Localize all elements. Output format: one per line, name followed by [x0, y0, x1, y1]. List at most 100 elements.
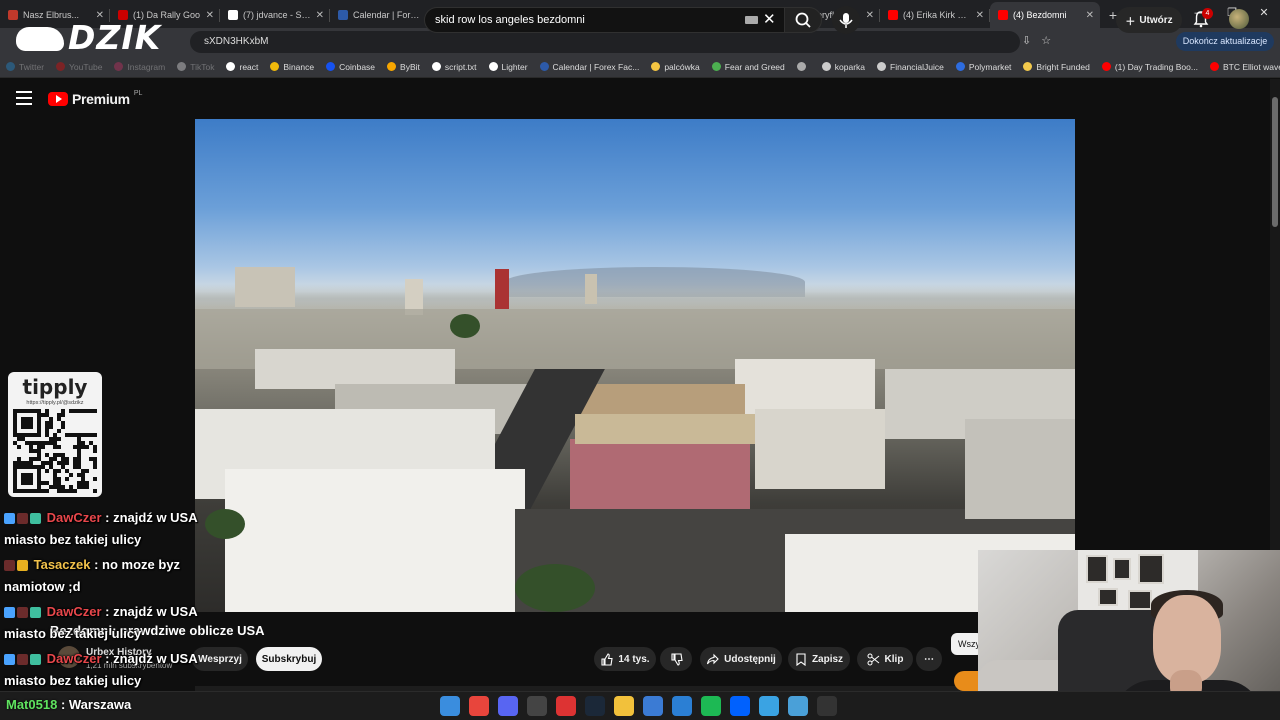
bookmark-item[interactable]: koparka [821, 62, 865, 72]
dislike-button[interactable] [660, 647, 692, 671]
tab-favicon-icon [998, 10, 1008, 20]
windows-start-icon[interactable] [440, 696, 460, 716]
clip-button[interactable]: Klip [857, 647, 913, 671]
qr-module [37, 485, 41, 489]
menu-icon[interactable] [16, 91, 32, 105]
more-actions-button[interactable]: ⋯ [916, 647, 942, 671]
wall-frame [1138, 554, 1164, 584]
steam-icon[interactable] [585, 696, 605, 716]
bookmark-label: Bright Funded [1036, 61, 1090, 72]
spotify-icon[interactable] [701, 696, 721, 716]
install-app-icon[interactable]: ⇩ [1022, 34, 1031, 47]
update-button[interactable]: Dokończ aktualizacje [1176, 32, 1274, 51]
vs-code-icon[interactable] [672, 696, 692, 716]
search-query: skid row los angeles bezdomni [435, 14, 585, 26]
search-input[interactable]: skid row los angeles bezdomni [424, 7, 784, 33]
like-button[interactable]: 14 tys. [594, 647, 656, 671]
video-building [235, 267, 295, 307]
photos-icon[interactable] [788, 696, 808, 716]
bookmark-favicon-icon [1023, 62, 1033, 71]
tab-close-icon[interactable]: ✕ [976, 10, 984, 21]
qr-module [49, 457, 53, 461]
notepad-icon[interactable] [759, 696, 779, 716]
qr-module [29, 441, 33, 445]
bookmark-item[interactable]: Coinbase [326, 62, 375, 72]
bookmark-item[interactable]: Twitter [6, 62, 44, 72]
tab-favicon-icon [338, 10, 348, 20]
file-explorer-icon[interactable] [614, 696, 634, 716]
browser-tab[interactable]: (4) Bezdomni ✕ [990, 2, 1100, 28]
qr-module [57, 437, 61, 441]
tab-close-icon[interactable]: ✕ [206, 10, 214, 21]
bookmark-item[interactable]: BTC Elliot wave [1209, 62, 1280, 72]
save-button[interactable]: Zapisz [788, 647, 850, 671]
qr-module [25, 409, 29, 413]
bookmark-item[interactable]: TikTok [177, 62, 214, 72]
support-button[interactable]: Wesprzyj [192, 647, 248, 671]
tab-close-icon[interactable]: ✕ [316, 10, 324, 21]
tab-close-icon[interactable]: ✕ [866, 10, 874, 21]
search-button[interactable] [784, 7, 822, 33]
thumbs-down-icon [670, 652, 683, 666]
qr-module [77, 465, 81, 469]
qr-module [73, 409, 77, 413]
account-avatar[interactable] [1229, 9, 1249, 29]
bookmark-item[interactable]: Polymarket [955, 62, 1011, 72]
bookmark-item[interactable]: (1) Day Trading Boo... [1101, 62, 1198, 72]
youtube-play-icon [48, 92, 68, 106]
bookmark-item[interactable]: Binance [270, 62, 314, 72]
bookmark-item[interactable]: FinancialJuice [877, 62, 944, 72]
video-building [965, 419, 1075, 519]
browser-tab[interactable]: (7) jdvance - Sear ✕ [220, 2, 330, 28]
video-player[interactable] [195, 119, 1075, 612]
browser-tab[interactable]: (4) Erika Kirk brin ✕ [880, 2, 990, 28]
create-button[interactable]: ＋ Utwórz [1116, 7, 1182, 33]
subscribe-button[interactable]: Subskrybuj [256, 647, 322, 671]
chat-badge-icon [17, 607, 28, 618]
qr-module [61, 465, 65, 469]
stream-logo-text: DZIK [68, 18, 162, 57]
qr-module [37, 465, 41, 469]
chrome-alt-icon[interactable] [556, 696, 576, 716]
discord-icon[interactable] [498, 696, 518, 716]
scroll-thumb[interactable] [1272, 97, 1278, 227]
address-bar[interactable]: sXDN3HKxbM [190, 31, 1020, 53]
qr-module [41, 445, 45, 449]
dropbox-icon[interactable] [730, 696, 750, 716]
browser-tab[interactable]: Calendar | Forex F✕ [330, 2, 440, 28]
bookmark-item[interactable]: Fear and Greed [711, 62, 785, 72]
qr-module [73, 465, 77, 469]
chrome-icon[interactable] [469, 696, 489, 716]
qr-module [29, 489, 33, 493]
qr-module [53, 485, 57, 489]
bookmark-item[interactable]: react [226, 62, 258, 72]
bookmark-item[interactable]: Calendar | Forex Fac... [539, 62, 639, 72]
qr-module [45, 421, 49, 425]
keyboard-icon[interactable] [745, 16, 758, 24]
bookmark-item[interactable]: Instagram [114, 62, 165, 72]
video-building [570, 439, 750, 509]
ccleaner-icon[interactable] [643, 696, 663, 716]
qr-module [41, 413, 45, 417]
clear-search-icon[interactable]: ✕ [763, 10, 776, 28]
share-button[interactable]: Udostępnij [700, 647, 782, 671]
bookmark-favicon-icon [796, 62, 806, 71]
bookmark-item[interactable]: palcówka [651, 62, 700, 72]
voice-search-button[interactable] [832, 6, 860, 34]
bookmark-star-icon[interactable]: ☆ [1041, 34, 1051, 47]
obs-icon[interactable] [527, 696, 547, 716]
video-building [225, 469, 525, 612]
bookmark-item[interactable]: Bright Funded [1023, 61, 1090, 72]
bookmark-item[interactable]: YouTube [56, 62, 102, 72]
bookmark-item[interactable]: Lighter [488, 62, 528, 72]
bookmark-item[interactable] [796, 62, 810, 71]
bookmark-item[interactable]: script.txt [431, 62, 477, 72]
terminal-icon[interactable] [817, 696, 837, 716]
bookmark-item[interactable]: ByBit [387, 62, 420, 72]
close-window-icon[interactable]: ✕ [1248, 0, 1280, 28]
qr-module [49, 437, 53, 441]
youtube-logo[interactable]: Premium PL [48, 90, 142, 107]
tab-favicon-icon [888, 10, 898, 20]
tab-close-icon[interactable]: ✕ [1086, 10, 1094, 21]
bookmark-favicon-icon [431, 62, 441, 71]
